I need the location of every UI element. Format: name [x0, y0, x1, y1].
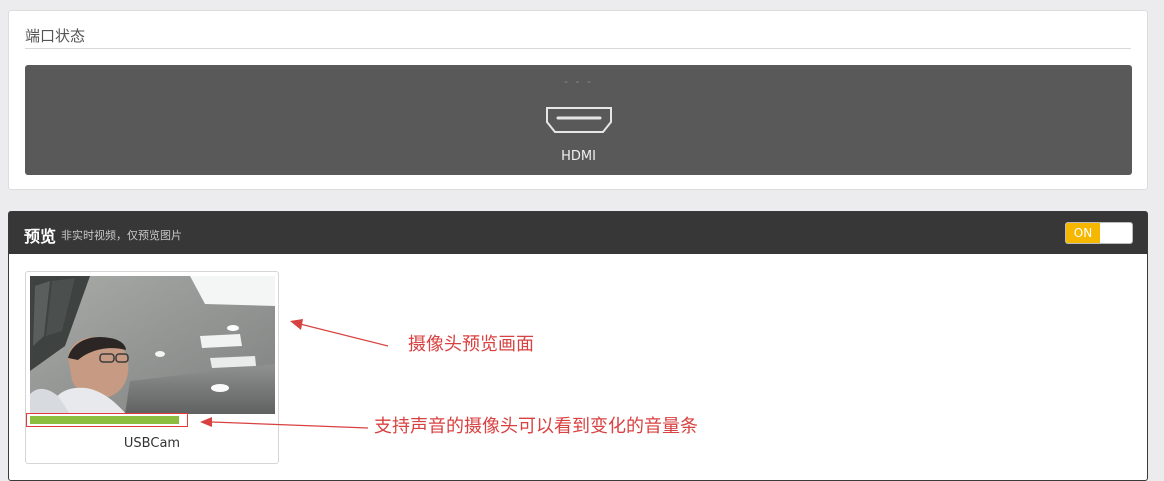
port-status-title: 端口状态	[25, 27, 86, 45]
preview-panel: 预览 非实时视频，仅预览图片 ON USBCam	[8, 211, 1148, 481]
port-status-indicator: - - -	[564, 75, 593, 88]
camera-name: USBCam	[123, 436, 181, 451]
port-label-hdmi: HDMI	[561, 149, 596, 164]
camera-preview-image[interactable]	[30, 276, 275, 414]
preview-title: 预览	[24, 227, 57, 246]
annotation-audio-bar: 支持声音的摄像头可以看到变化的音量条	[374, 416, 698, 437]
preview-subtitle: 非实时视频，仅预览图片	[61, 229, 182, 242]
camera-card-usbcam[interactable]: USBCam	[25, 271, 279, 464]
audio-level-bar	[30, 416, 179, 424]
annotation-preview-image: 摄像头预览画面	[408, 334, 534, 355]
toggle-on-label: ON	[1066, 223, 1100, 243]
port-status-divider	[25, 48, 1131, 49]
hdmi-icon	[546, 107, 612, 133]
port-status-panel: 端口状态 - - - HDMI	[8, 10, 1148, 190]
preview-header: 预览 非实时视频，仅预览图片 ON	[9, 212, 1147, 254]
preview-toggle[interactable]: ON	[1065, 222, 1133, 244]
hdmi-port-tile[interactable]: - - - HDMI	[25, 65, 1132, 175]
